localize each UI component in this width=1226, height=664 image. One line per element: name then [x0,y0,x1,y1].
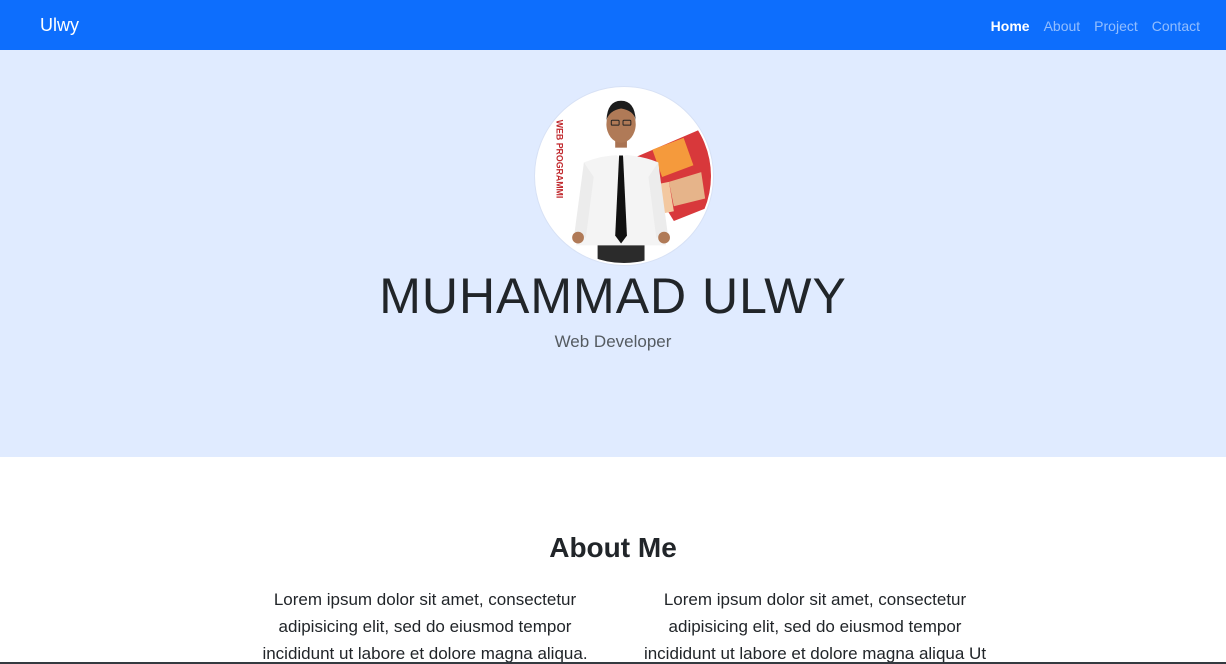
nav-link-home[interactable]: Home [991,17,1030,35]
navbar: Ulwy Home About Project Contact [0,0,1226,50]
about-text-right: Lorem ipsum dolor sit amet, consectetur … [643,590,987,663]
hero-role: Web Developer [554,332,672,351]
nav-link-contact[interactable]: Contact [1152,17,1200,35]
brand-link[interactable]: Ulwy [40,14,79,36]
hero-name: MUHAMMAD ULWY [379,268,847,324]
profile-avatar: — WEB PROGRAMMI [535,87,713,265]
about-title: About Me [549,532,677,563]
nav-link-project[interactable]: Project [1094,17,1138,35]
nav-links: Home About Project Contact [977,17,1200,35]
hero-section: — WEB PROGRAMMI MUHAMMAD ULWY Web Develo… [0,50,1226,457]
profile-photo: — WEB PROGRAMMI [537,89,711,263]
about-text-left: Lorem ipsum dolor sit amet, consectetur … [262,590,588,663]
nav-link-about[interactable]: About [1044,17,1081,35]
avatar-banner-text: — WEB PROGRAMMI [555,109,565,199]
